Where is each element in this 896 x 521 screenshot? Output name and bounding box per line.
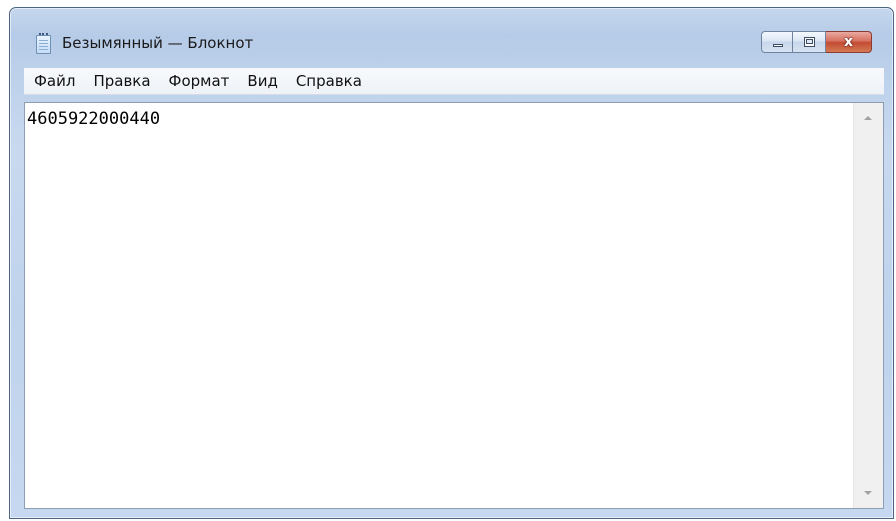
title-bar[interactable]: Безымянный — Блокнот x — [10, 8, 893, 64]
minimize-icon — [773, 44, 783, 47]
maximize-icon — [804, 37, 815, 47]
maximize-button[interactable] — [793, 31, 826, 53]
menu-view[interactable]: Вид — [238, 68, 286, 94]
close-button[interactable]: x — [826, 31, 872, 53]
vertical-scrollbar[interactable] — [853, 103, 883, 508]
menu-edit[interactable]: Правка — [84, 68, 159, 94]
menu-format[interactable]: Формат — [160, 68, 239, 94]
close-icon: x — [843, 34, 854, 50]
chevron-down-icon — [864, 491, 872, 495]
notepad-window: Безымянный — Блокнот x Файл Правка Форма… — [9, 7, 894, 519]
editor-area: 4605922000440 — [24, 102, 884, 509]
caption-buttons: x — [761, 31, 872, 53]
scroll-down-button[interactable] — [854, 481, 883, 508]
chevron-up-icon — [864, 116, 872, 120]
minimize-button[interactable] — [761, 31, 793, 53]
menu-file[interactable]: Файл — [24, 68, 84, 94]
menu-help[interactable]: Справка — [287, 68, 371, 94]
window-title: Безымянный — Блокнот — [62, 34, 254, 52]
scroll-up-button[interactable] — [854, 103, 883, 130]
menu-bar: Файл Правка Формат Вид Справка — [24, 68, 884, 95]
scroll-track[interactable] — [854, 130, 883, 481]
notepad-icon[interactable] — [36, 33, 51, 54]
text-editor[interactable]: 4605922000440 — [25, 103, 854, 508]
